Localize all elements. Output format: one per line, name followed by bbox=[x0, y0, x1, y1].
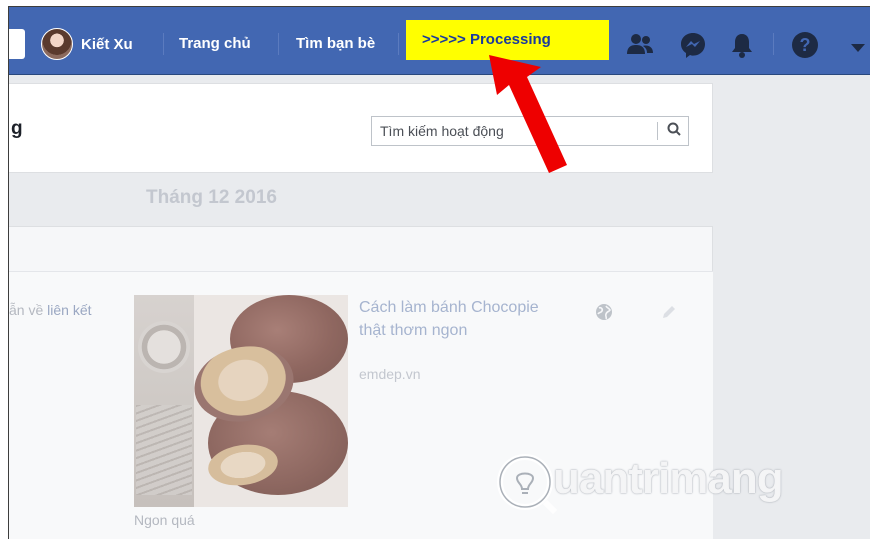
shared-link-text: ẫn về liên kết bbox=[9, 302, 92, 318]
messenger-icon[interactable] bbox=[679, 31, 707, 64]
nav-home-link[interactable]: Trang chủ bbox=[179, 35, 251, 52]
profile-name: Kiết Xu bbox=[81, 35, 133, 53]
link-preview-domain: emdep.vn bbox=[359, 366, 421, 382]
nav-divider bbox=[398, 33, 399, 55]
friends-icon[interactable] bbox=[626, 33, 654, 60]
profile-link[interactable]: Kiết Xu bbox=[41, 27, 133, 61]
global-search-input[interactable] bbox=[9, 29, 25, 59]
search-divider bbox=[657, 122, 658, 140]
search-icon bbox=[667, 122, 681, 141]
avatar bbox=[41, 28, 73, 60]
nav-find-friends-link[interactable]: Tìm bạn bè bbox=[296, 35, 375, 52]
browser-frame: Kiết Xu Trang chủ Tìm bạn bè >>>>> Proce… bbox=[8, 6, 870, 539]
svg-text:?: ? bbox=[800, 35, 811, 55]
page-title: g bbox=[11, 118, 23, 139]
shared-prefix: ẫn về bbox=[9, 302, 48, 318]
search-button[interactable] bbox=[659, 117, 689, 145]
help-icon[interactable]: ? bbox=[791, 31, 819, 64]
notifications-icon[interactable] bbox=[730, 32, 754, 63]
top-nav-bar: Kiết Xu Trang chủ Tìm bạn bè >>>>> Proce… bbox=[9, 7, 870, 75]
nav-divider bbox=[163, 33, 164, 55]
month-heading: Tháng 12 2016 bbox=[146, 187, 277, 208]
shared-link[interactable]: liên kết bbox=[47, 302, 91, 318]
globe-icon[interactable] bbox=[595, 303, 613, 326]
pencil-icon[interactable] bbox=[661, 304, 677, 325]
watermark-text: uantrimang bbox=[553, 454, 784, 503]
activity-header-card: g bbox=[9, 83, 713, 173]
link-preview-title[interactable]: Cách làm bánh Chocopie thật thơm ngon bbox=[359, 296, 539, 342]
nav-divider bbox=[773, 33, 774, 55]
photo-caption: Ngon quá bbox=[134, 512, 195, 528]
post-photo[interactable] bbox=[134, 295, 348, 507]
caret-down-icon[interactable] bbox=[851, 41, 865, 59]
nav-divider bbox=[278, 33, 279, 55]
photo-background bbox=[134, 295, 194, 507]
red-arrow-annotation bbox=[479, 47, 579, 182]
watermark: uantrimang bbox=[493, 448, 813, 518]
